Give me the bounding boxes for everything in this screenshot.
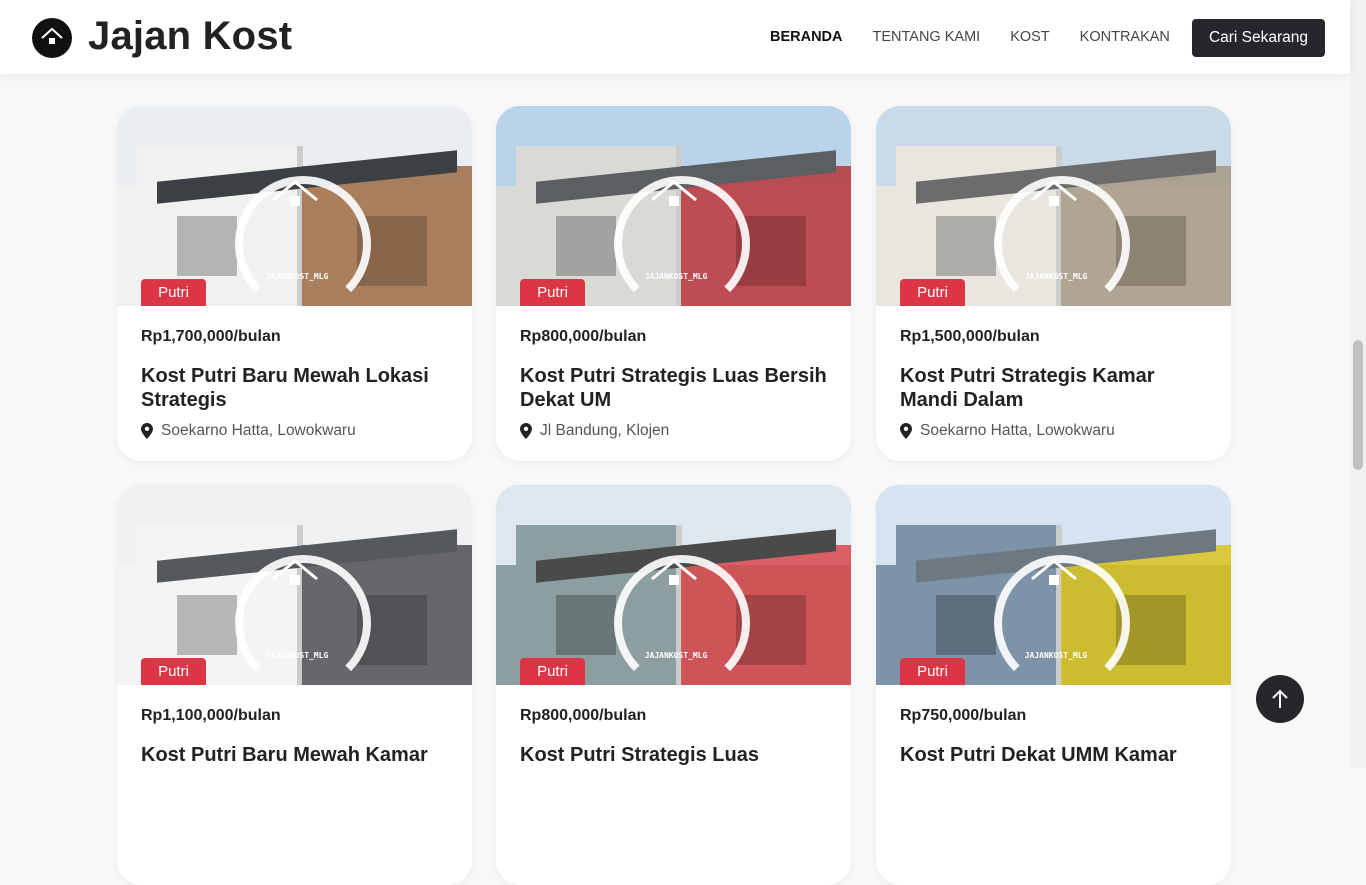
category-badge: Putri [900,658,965,685]
watermark-text: JAJANKOST_MLG [1024,272,1088,281]
category-badge: Putri [520,658,585,685]
map-pin-icon [141,423,153,439]
watermark-house-icon [651,559,697,585]
listing-price: Rp800,000/bulan [520,328,647,345]
watermark-house-icon [272,559,318,585]
watermark-text: JAJANKOST_MLG [265,272,329,281]
listing-location: Soekarno Hatta, Lowokwaru [141,422,448,440]
cari-sekarang-button[interactable]: Cari Sekarang [1192,19,1325,57]
listing-body: Rp800,000/bulan Kost Putri Strategis Lua… [496,685,851,767]
nav-item-kontrakan[interactable]: KONTRAKAN [1080,29,1170,45]
listing-body: Rp1,500,000/bulan Kost Putri Strategis K… [876,306,1231,440]
listing-title[interactable]: Kost Putri Dekat UMM Kamar [900,743,1207,767]
navbar: Jajan Kost BERANDA TENTANG KAMI KOST KON… [0,0,1350,74]
watermark-text: JAJANKOST_MLG [1024,651,1088,660]
listing-price: Rp1,500,000/bulan [900,328,1040,345]
listing-photo[interactable]: JAJANKOST_MLG Putri [876,106,1231,306]
listing-photo[interactable]: JAJANKOST_MLG Putri [496,485,851,685]
category-badge: Putri [141,279,206,306]
listing-location-text: Soekarno Hatta, Lowokwaru [161,422,356,439]
listing-title[interactable]: Kost Putri Strategis Luas [520,743,827,767]
watermark-house-icon [1031,559,1077,585]
scroll-to-top-button[interactable] [1256,675,1304,723]
page-scrollbar[interactable] [1350,0,1366,768]
listing-location: Jl Bandung, Klojen [520,422,827,440]
watermark-house-icon [272,180,318,206]
house-logo-icon[interactable] [32,18,72,58]
watermark-house-icon [1031,180,1077,206]
listing-card[interactable]: JAJANKOST_MLG Putri Rp750,000/bulan Kost… [876,485,1231,885]
listing-photo[interactable]: JAJANKOST_MLG Putri [876,485,1231,685]
listing-price: Rp800,000/bulan [520,707,647,724]
listing-card[interactable]: JAJANKOST_MLG Putri Rp1,100,000/bulan Ko… [117,485,472,885]
listing-card[interactable]: JAJANKOST_MLG Putri Rp1,700,000/bulan Ko… [117,106,472,461]
brand-name[interactable]: Jajan Kost [88,14,292,59]
map-pin-icon [520,423,532,439]
listing-title[interactable]: Kost Putri Strategis Kamar Mandi Dalam [900,364,1207,412]
category-badge: Putri [141,658,206,685]
listing-body: Rp1,100,000/bulan Kost Putri Baru Mewah … [117,685,472,767]
listing-location: Soekarno Hatta, Lowokwaru [900,422,1207,440]
category-badge: Putri [900,279,965,306]
listing-location-text: Jl Bandung, Klojen [540,422,670,439]
nav-item-beranda[interactable]: BERANDA [770,29,843,45]
watermark-text: JAJANKOST_MLG [644,272,708,281]
listing-photo[interactable]: JAJANKOST_MLG Putri [117,106,472,306]
nav-item-kost[interactable]: KOST [1010,29,1049,45]
arrow-up-icon [1272,689,1288,708]
scrollbar-thumb[interactable] [1353,340,1363,470]
listing-body: Rp750,000/bulan Kost Putri Dekat UMM Kam… [876,685,1231,767]
nav-item-tentang-kami[interactable]: TENTANG KAMI [873,29,981,45]
listing-photo[interactable]: JAJANKOST_MLG Putri [496,106,851,306]
listing-price: Rp1,100,000/bulan [141,707,281,724]
listing-card[interactable]: JAJANKOST_MLG Putri Rp1,500,000/bulan Ko… [876,106,1231,461]
listing-title[interactable]: Kost Putri Baru Mewah Kamar [141,743,448,767]
watermark-text: JAJANKOST_MLG [265,651,329,660]
watermark-text: JAJANKOST_MLG [644,651,708,660]
listing-title[interactable]: Kost Putri Strategis Luas Bersih Dekat U… [520,364,827,412]
listing-body: Rp1,700,000/bulan Kost Putri Baru Mewah … [117,306,472,440]
main-nav: BERANDA TENTANG KAMI KOST KONTRAKAN [770,29,1170,45]
listing-price: Rp1,700,000/bulan [141,328,281,345]
listing-card[interactable]: JAJANKOST_MLG Putri Rp800,000/bulan Kost… [496,485,851,885]
listing-card[interactable]: JAJANKOST_MLG Putri Rp800,000/bulan Kost… [496,106,851,461]
listing-photo[interactable]: JAJANKOST_MLG Putri [117,485,472,685]
listing-location-text: Soekarno Hatta, Lowokwaru [920,422,1115,439]
listing-price: Rp750,000/bulan [900,707,1027,724]
map-pin-icon [900,423,912,439]
listing-title[interactable]: Kost Putri Baru Mewah Lokasi Strategis [141,364,448,412]
category-badge: Putri [520,279,585,306]
listing-body: Rp800,000/bulan Kost Putri Strategis Lua… [496,306,851,440]
watermark-house-icon [651,180,697,206]
